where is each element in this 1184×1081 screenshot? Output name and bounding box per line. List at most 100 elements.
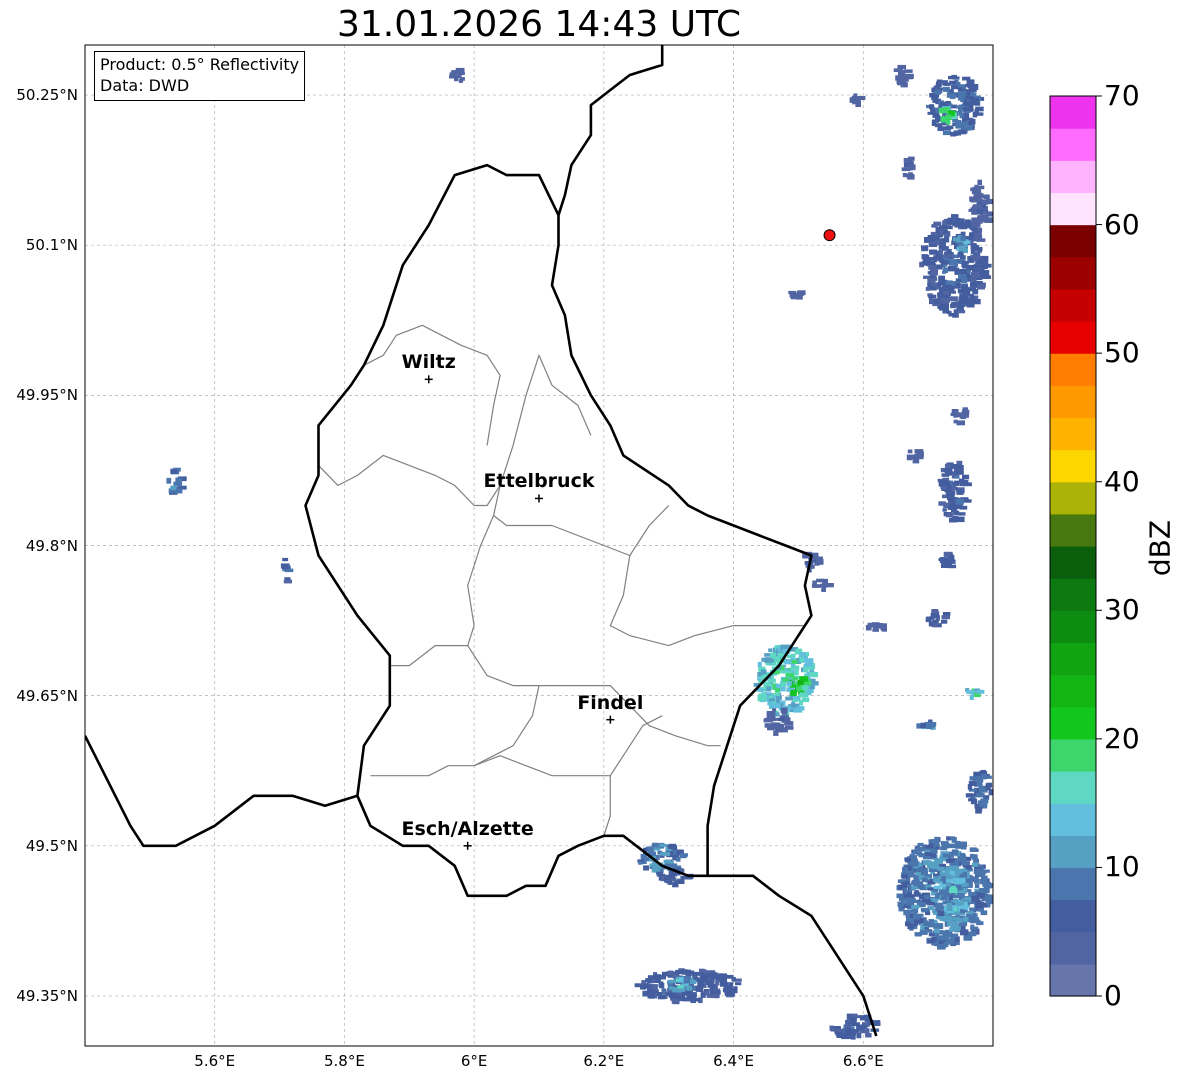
echo-pixel [974, 184, 979, 189]
echo-pixel [675, 969, 684, 975]
echo-pixel [968, 208, 974, 212]
echo-pixel [733, 986, 738, 990]
echo-pixel [952, 917, 960, 921]
echo-pixel [949, 504, 955, 509]
echo-pixel [958, 296, 967, 300]
echo-pixel [646, 846, 652, 852]
echo-pixel [911, 908, 919, 913]
colorbar-segment [1050, 96, 1096, 129]
echo-pixel [951, 85, 959, 90]
echo-pixel [724, 992, 734, 996]
echo-pixel [170, 485, 177, 490]
echo-pixel [699, 972, 705, 979]
echo-pixel [951, 74, 958, 78]
echo-pixel [647, 978, 652, 984]
info-box: Product: 0.5° Reflectivity Data: DWD [94, 51, 306, 101]
echo-pixel [953, 922, 958, 926]
echo-pixel [720, 982, 729, 987]
colorbar-segment [1050, 803, 1096, 836]
colorbar-label: dBZ [1143, 519, 1177, 577]
echo-pixel [977, 227, 983, 233]
echo-pixel [927, 939, 936, 943]
colorbar-segment [1050, 738, 1096, 772]
echo-pixel [979, 214, 989, 218]
city-label: Esch/Alzette [401, 817, 534, 840]
echo-pixel [938, 249, 944, 255]
echo-pixel [939, 557, 946, 563]
echo-pixel [938, 126, 948, 131]
echo-pixel [911, 904, 920, 909]
colorbar-segment [1050, 642, 1096, 676]
echo-pixel [793, 696, 799, 700]
echo-pixel [949, 259, 958, 265]
colorbar-segment [1050, 674, 1096, 708]
echo-pixel [953, 899, 959, 904]
colorbar-segment [1050, 288, 1096, 322]
echo-pixel [939, 241, 946, 245]
echo-pixel [933, 924, 938, 929]
echo-pixel [973, 857, 979, 863]
echo-pixel [793, 708, 803, 713]
echo-pixel [940, 846, 948, 851]
lat-tick-label: 49.95°N [16, 386, 78, 405]
echo-pixel [953, 510, 960, 516]
echo-pixel [945, 480, 951, 486]
echo-pixel [931, 108, 936, 115]
echo-pixel [945, 114, 952, 120]
echo-pixel [676, 989, 682, 993]
lon-tick-label: 6.6°E [842, 1052, 884, 1070]
echo-pixel [769, 652, 776, 658]
echo-pixel [922, 855, 932, 860]
echo-pixel [956, 460, 963, 466]
echo-pixel [972, 291, 979, 295]
echo-pixel [769, 711, 776, 717]
echo-pixel [941, 615, 950, 620]
echo-pixel [946, 513, 954, 518]
echo-pixel [946, 249, 952, 254]
echo-pixel [985, 785, 991, 791]
echo-pixel [855, 101, 861, 107]
echo-pixel [962, 474, 970, 480]
echo-pixel [971, 862, 979, 868]
echo-pixel [927, 865, 935, 869]
colorbar-segment [1050, 192, 1096, 226]
echo-pixel [956, 420, 965, 426]
echo-pixel [917, 867, 924, 871]
echo-pixel [948, 939, 955, 943]
echo-pixel [768, 698, 776, 702]
echo-pixel [937, 910, 945, 917]
echo-pixel [973, 204, 982, 210]
echo-pixel [919, 893, 924, 899]
echo-pixel [980, 798, 989, 804]
echo-pixel [857, 1025, 865, 1031]
echo-pixel [928, 294, 937, 298]
colorbar-segment [1050, 513, 1096, 547]
echo-pixel [970, 97, 979, 103]
echo-pixel [904, 897, 912, 901]
echo-pixel [659, 843, 668, 847]
city-label: Findel [577, 691, 644, 714]
echo-pixel [941, 875, 946, 881]
echo-pixel [857, 96, 866, 100]
echo-pixel [939, 866, 945, 871]
echo-pixel [898, 895, 904, 901]
echo-pixel [802, 685, 808, 691]
colorbar-segment [1050, 931, 1096, 965]
echo-pixel [899, 75, 905, 81]
echo-pixel [664, 874, 671, 881]
echo-pixel [971, 271, 980, 278]
echo-pixel [948, 266, 956, 272]
echo-pixel [961, 277, 968, 284]
colorbar-tick-label: 50 [1104, 336, 1140, 370]
echo-pixel [927, 887, 934, 891]
echo-pixel [960, 236, 966, 241]
echo-pixel [656, 871, 663, 877]
echo-pixel [934, 928, 940, 934]
echo-pixel [962, 247, 968, 253]
echo-pixel [954, 845, 964, 849]
echo-pixel [643, 865, 650, 871]
echo-pixel [166, 477, 172, 484]
echo-pixel [957, 91, 963, 96]
echo-pixel [974, 246, 983, 252]
echo-pixel [903, 894, 911, 898]
